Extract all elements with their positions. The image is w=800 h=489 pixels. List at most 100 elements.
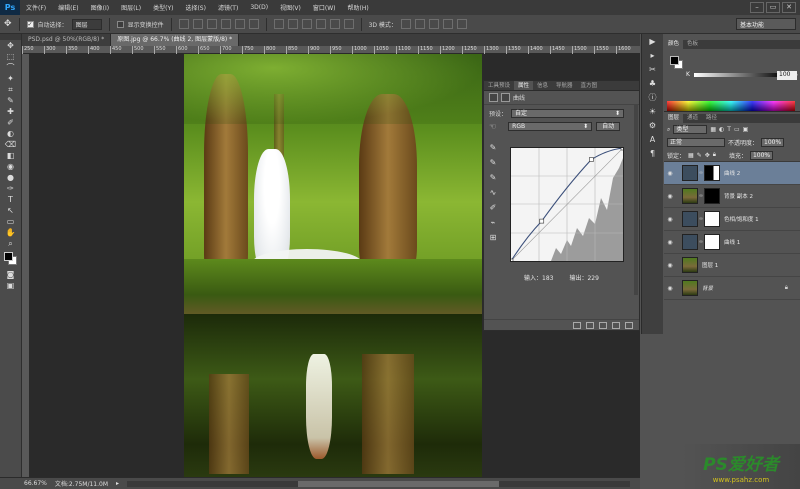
eraser-tool-icon[interactable]: ⌫ bbox=[4, 140, 18, 149]
smooth-curve-icon[interactable]: ⌁ bbox=[488, 218, 498, 228]
tab-navigator[interactable]: 导航器 bbox=[552, 81, 577, 90]
align-right-icon[interactable] bbox=[248, 19, 259, 29]
clip-to-layer-icon[interactable] bbox=[573, 321, 581, 329]
white-point-eyedropper-icon[interactable]: ✎ bbox=[488, 173, 498, 183]
zoom-tool-icon[interactable]: ⌕ bbox=[4, 239, 18, 248]
document-info[interactable]: 文档:2.75M/11.0M bbox=[55, 479, 108, 488]
gradient-tool-icon[interactable]: ◧ bbox=[4, 151, 18, 160]
align-center-icon[interactable] bbox=[234, 19, 245, 29]
properties-scrollbar[interactable] bbox=[634, 105, 638, 295]
tab-psd[interactable]: PSD.psd @ 50%(RGB/8) * bbox=[22, 34, 112, 46]
3d-scale-icon[interactable] bbox=[456, 19, 467, 29]
quick-mask-icon[interactable]: ◙ bbox=[4, 270, 18, 279]
pixel-filter-icon[interactable]: ▦ bbox=[710, 126, 716, 133]
tab-original-jpg[interactable]: 原图.jpg @ 66.7% (曲线 2, 图层蒙版/8) * bbox=[111, 34, 240, 46]
eye-icon[interactable]: ◉ bbox=[664, 193, 676, 200]
curve-svg[interactable] bbox=[508, 145, 626, 264]
layer-curves-1[interactable]: ◉ ∞ 曲线 1 bbox=[664, 231, 800, 254]
layer-mask-thumbnail[interactable] bbox=[704, 188, 720, 204]
layer-1[interactable]: ◉ 图层 1 bbox=[664, 254, 800, 277]
lock-pixels-icon[interactable]: ✎ bbox=[697, 152, 702, 159]
eye-icon[interactable]: ◉ bbox=[664, 170, 676, 177]
pen-tool-icon[interactable]: ✑ bbox=[4, 184, 18, 193]
type-filter-icon[interactable]: T bbox=[727, 126, 731, 133]
adjustments-icon[interactable]: ☀ bbox=[647, 107, 659, 117]
smart-filter-icon[interactable]: ▣ bbox=[743, 126, 749, 133]
blur-tool-icon[interactable]: ◉ bbox=[4, 162, 18, 171]
curve-control-point[interactable] bbox=[620, 145, 626, 151]
hand-tool-icon[interactable]: ✋ bbox=[4, 228, 18, 237]
color-swatch-pair[interactable] bbox=[670, 56, 684, 70]
foreground-background-swatch[interactable] bbox=[3, 252, 18, 266]
distribute-center-icon[interactable] bbox=[329, 19, 340, 29]
path-select-tool-icon[interactable]: ↖ bbox=[4, 206, 18, 215]
delete-icon[interactable] bbox=[625, 321, 633, 329]
align-top-icon[interactable] bbox=[178, 19, 189, 29]
eye-icon[interactable]: ◉ bbox=[664, 285, 676, 292]
opacity-field[interactable]: 100% bbox=[761, 138, 785, 147]
draw-curve-icon[interactable]: ✐ bbox=[488, 203, 498, 213]
preset-dropdown[interactable]: 自定 ⬍ bbox=[511, 109, 625, 118]
menu-filter[interactable]: 滤镜(T) bbox=[212, 3, 244, 12]
black-point-eyedropper-icon[interactable]: ✎ bbox=[488, 143, 498, 153]
menu-file[interactable]: 文件(F) bbox=[20, 3, 52, 12]
tab-tool-presets[interactable]: 工具预设 bbox=[484, 81, 514, 90]
tab-channels[interactable]: 通道 bbox=[683, 114, 702, 123]
eye-icon[interactable]: ◉ bbox=[664, 216, 676, 223]
curve-graph[interactable] bbox=[508, 145, 626, 264]
eye-icon[interactable]: ◉ bbox=[664, 262, 676, 269]
actions-icon[interactable]: ▸ bbox=[647, 51, 659, 61]
curve-control-point[interactable] bbox=[508, 258, 514, 264]
clone-stamp-tool-icon[interactable]: ◐ bbox=[4, 129, 18, 138]
info-icon[interactable]: ⓘ bbox=[647, 93, 659, 103]
layer-kind-filter[interactable]: 类型 bbox=[673, 125, 708, 134]
zoom-level[interactable]: 66.67% bbox=[24, 480, 47, 487]
menu-select[interactable]: 选择(S) bbox=[179, 3, 212, 12]
character-icon[interactable]: A bbox=[647, 135, 659, 145]
reset-icon[interactable] bbox=[599, 321, 607, 329]
distribute-middle-icon[interactable] bbox=[287, 19, 298, 29]
menu-3d[interactable]: 3D(D) bbox=[244, 4, 274, 11]
lock-position-icon[interactable]: ✥ bbox=[705, 152, 710, 159]
tab-paths[interactable]: 路径 bbox=[702, 114, 721, 123]
layer-curves-2[interactable]: ◉ ∞ 曲线 2 bbox=[664, 162, 800, 185]
channel-dropdown[interactable]: RGB ⬍ bbox=[508, 122, 593, 131]
healing-brush-tool-icon[interactable]: ✚ bbox=[4, 107, 18, 116]
layer-mask-thumbnail[interactable] bbox=[704, 211, 720, 227]
3d-rotate-icon[interactable] bbox=[400, 19, 411, 29]
align-middle-icon[interactable] bbox=[192, 19, 203, 29]
shape-filter-icon[interactable]: ▭ bbox=[734, 126, 740, 133]
workspace-dropdown[interactable]: 基本功能 bbox=[736, 18, 796, 30]
tools-icon[interactable]: ✂ bbox=[647, 65, 659, 75]
tab-info[interactable]: 信息 bbox=[533, 81, 552, 90]
foreground-color[interactable] bbox=[3, 252, 13, 261]
align-bottom-icon[interactable] bbox=[206, 19, 217, 29]
brush-tool-icon[interactable]: ✐ bbox=[4, 118, 18, 127]
move-tool-icon[interactable]: ✥ bbox=[4, 41, 18, 50]
distribute-right-icon[interactable] bbox=[343, 19, 354, 29]
3d-slide-icon[interactable] bbox=[442, 19, 453, 29]
auto-select-checkbox[interactable]: ✓ bbox=[26, 20, 34, 28]
gray-point-eyedropper-icon[interactable]: ✎ bbox=[488, 158, 498, 168]
minimize-button[interactable]: – bbox=[750, 2, 764, 13]
auto-button[interactable]: 自动 bbox=[596, 122, 621, 131]
distribute-top-icon[interactable] bbox=[273, 19, 284, 29]
fill-field[interactable]: 100% bbox=[749, 150, 774, 160]
eye-icon[interactable]: ◉ bbox=[664, 239, 676, 246]
screen-mode-icon[interactable]: ▣ bbox=[4, 281, 18, 290]
show-transform-checkbox[interactable] bbox=[116, 20, 124, 28]
close-button[interactable]: ✕ bbox=[782, 2, 796, 13]
clipping-warning-icon[interactable]: ⊞ bbox=[488, 233, 498, 243]
blend-mode-dropdown[interactable]: 正常 bbox=[667, 138, 725, 147]
foreground-swatch[interactable] bbox=[670, 56, 679, 65]
brush-preset-icon[interactable]: ♣ bbox=[647, 79, 659, 89]
curve-control-point[interactable] bbox=[539, 218, 545, 224]
layer-background[interactable]: ◉ 背景 🔒︎ bbox=[664, 277, 800, 300]
tab-layers[interactable]: 图层 bbox=[664, 114, 684, 123]
auto-select-dropdown[interactable]: 图层 bbox=[71, 18, 102, 30]
toolbar-grip[interactable] bbox=[0, 34, 21, 40]
eyedropper-tool-icon[interactable]: ✎ bbox=[4, 96, 18, 105]
lasso-tool-icon[interactable]: ⌒ bbox=[4, 63, 18, 72]
menu-layer[interactable]: 图层(L) bbox=[115, 3, 147, 12]
menu-window[interactable]: 窗口(W) bbox=[307, 3, 342, 12]
